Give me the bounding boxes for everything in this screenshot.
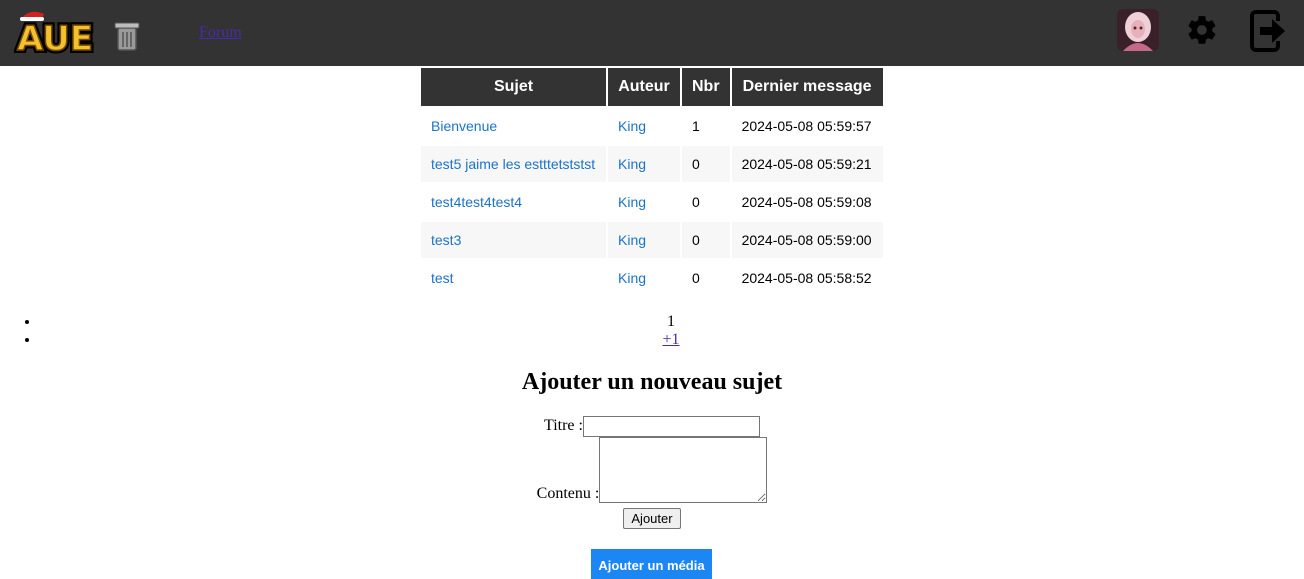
last-message-cell: 2024-05-08 05:59:57 — [731, 108, 883, 144]
settings-gear-icon[interactable] — [1184, 12, 1220, 48]
logout-icon[interactable] — [1248, 9, 1288, 53]
last-message-cell: 2024-05-08 05:59:08 — [731, 184, 883, 220]
topics-table: Sujet Auteur Nbr Dernier message Bienven… — [419, 66, 885, 298]
submit-row: Ajouter — [0, 508, 1304, 529]
column-header-count: Nbr — [682, 68, 730, 106]
content-textarea[interactable] — [599, 437, 768, 503]
table-row: Bienvenue King 1 2024-05-08 05:59:57 — [421, 108, 883, 144]
subject-link[interactable]: test5 jaime les estttetststst — [431, 156, 595, 172]
author-link[interactable]: King — [618, 232, 646, 248]
content-label: Contenu : — [536, 485, 600, 502]
title-row: Titre : — [0, 416, 1304, 437]
author-link[interactable]: King — [618, 156, 646, 172]
title-input[interactable] — [582, 416, 760, 437]
author-cell: King — [608, 146, 680, 182]
table-row: test5 jaime les estttetststst King 0 202… — [421, 146, 883, 182]
last-message-cell: 2024-05-08 05:59:00 — [731, 222, 883, 258]
count-cell: 0 — [682, 222, 730, 258]
new-topic-heading: Ajouter un nouveau sujet — [521, 369, 783, 395]
count-cell: 0 — [682, 146, 730, 182]
column-header-subject: Sujet — [421, 68, 606, 106]
author-cell: King — [608, 108, 680, 144]
subject-link[interactable]: test — [431, 270, 454, 286]
column-header-author: Auteur — [608, 68, 680, 106]
last-message-cell: 2024-05-08 05:59:21 — [731, 146, 883, 182]
author-link[interactable]: King — [618, 194, 646, 210]
site-logo[interactable]: AUE AUE — [14, 8, 142, 54]
subject-link[interactable]: test4test4test4 — [431, 194, 522, 210]
count-cell: 0 — [682, 184, 730, 220]
content-row: Contenu : — [0, 437, 1304, 503]
nav-link-forum[interactable]: Forum — [199, 24, 242, 42]
count-cell: 1 — [682, 108, 730, 144]
pagination: 1 +1 — [0, 313, 1304, 349]
subject-link[interactable]: Bienvenue — [431, 118, 497, 134]
column-header-last-message: Dernier message — [731, 68, 883, 106]
subject-cell: test5 jaime les estttetststst — [421, 146, 606, 182]
author-cell: King — [608, 260, 680, 296]
title-label: Titre : — [544, 417, 583, 435]
subject-link[interactable]: test3 — [431, 232, 461, 248]
subject-cell: test4test4test4 — [421, 184, 606, 220]
author-cell: King — [608, 184, 680, 220]
author-link[interactable]: King — [618, 118, 646, 134]
author-link[interactable]: King — [618, 270, 646, 286]
add-topic-button[interactable]: Ajouter — [623, 508, 681, 529]
add-media-button[interactable]: Ajouter un média — [591, 549, 712, 579]
avatar[interactable] — [1117, 9, 1159, 51]
page-next-link[interactable]: +1 — [662, 331, 679, 348]
author-cell: King — [608, 222, 680, 258]
table-row: test4test4test4 King 0 2024-05-08 05:59:… — [421, 184, 883, 220]
svg-text:AUE: AUE — [17, 19, 93, 54]
table-row: test King 0 2024-05-08 05:58:52 — [421, 260, 883, 296]
last-message-cell: 2024-05-08 05:58:52 — [731, 260, 883, 296]
subject-cell: test — [421, 260, 606, 296]
table-row: test3 King 0 2024-05-08 05:59:00 — [421, 222, 883, 258]
page-next-item: +1 — [40, 331, 1302, 349]
count-cell: 0 — [682, 260, 730, 296]
table-header-row: Sujet Auteur Nbr Dernier message — [421, 68, 883, 106]
subject-cell: Bienvenue — [421, 108, 606, 144]
subject-cell: test3 — [421, 222, 606, 258]
page-current: 1 — [40, 313, 1302, 331]
top-navigation-bar: AUE AUE Forum — [0, 0, 1304, 66]
